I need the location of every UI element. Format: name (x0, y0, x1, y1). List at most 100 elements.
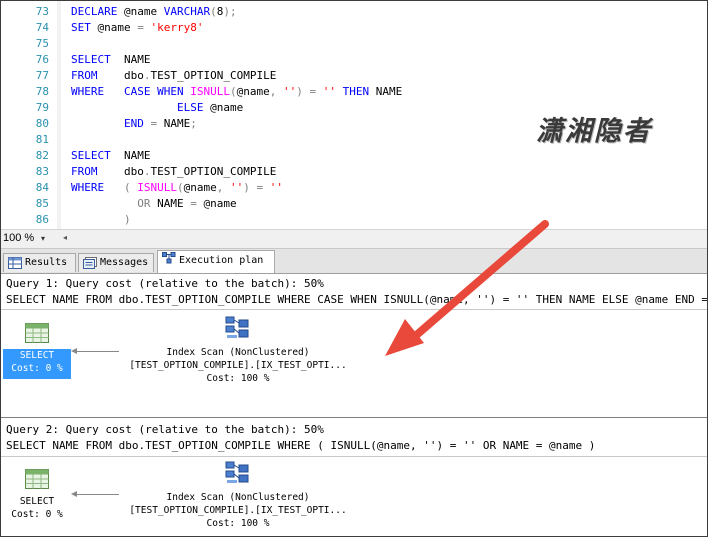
select-operator-2[interactable]: SELECT Cost: 0 % (3, 495, 71, 525)
index-scan-node-1[interactable]: Index Scan (NonClustered) [TEST_OPTION_C… (108, 346, 368, 385)
code-line[interactable]: ELSE @name (71, 100, 243, 116)
operator-object: [TEST_OPTION_COMPILE].[IX_TEST_OPTI... (129, 360, 347, 371)
code-token: = (137, 21, 151, 34)
code-line[interactable]: SET @name = 'kerry8' (71, 20, 203, 36)
code-token: @name (97, 21, 138, 34)
code-line[interactable]: END = NAME; (71, 116, 197, 132)
ssms-window: 73 74 75 76 77 78 79 80 81 82 83 84 85 86 DECLARE @na… (0, 0, 708, 537)
code-token: OR (137, 197, 158, 210)
query-2-header: Query 2: Query cost (relative to the bat… (1, 420, 707, 453)
code-token: ; (190, 117, 197, 130)
code-token: @name (183, 181, 217, 194)
line-number: 80 (35, 117, 49, 130)
code-token: FROM (71, 69, 124, 82)
code-token: , (269, 85, 283, 98)
tab-label: Execution plan (179, 255, 264, 266)
code-line[interactable]: WHERE CASE WHEN ISNULL(@name, '') = '' T… (71, 84, 402, 100)
chevron-down-icon[interactable]: ▾ (41, 234, 45, 243)
code-token: @name (123, 5, 164, 18)
index-scan-icon[interactable] (225, 316, 251, 340)
code-token: END (123, 117, 151, 130)
code-token: '' (229, 181, 244, 194)
query-1-sql: SELECT NAME FROM dbo.TEST_OPTION_COMPILE… (6, 293, 708, 306)
line-number: 79 (35, 101, 49, 114)
code-token: DECLARE (71, 5, 124, 18)
operator-label: SELECT (19, 496, 55, 507)
operator-label: Index Scan (NonClustered) (166, 492, 310, 503)
code-token: NAME (123, 53, 151, 66)
operator-cost: Cost: 0 % (11, 363, 63, 374)
editor-margin (57, 1, 61, 229)
code-token: '' (282, 85, 297, 98)
zoom-level[interactable]: 100 % (3, 232, 34, 244)
operator-cost: Cost: 100 % (206, 373, 270, 384)
code-token: = (150, 117, 164, 130)
line-number: 85 (35, 197, 49, 210)
scroll-left-icon[interactable]: ◂ (63, 233, 67, 242)
execution-plan-icon (162, 252, 176, 264)
code-token: WHERE (71, 181, 124, 194)
code-token: @name (210, 101, 244, 114)
results-tab-strip: Results Messages Execution plan (1, 249, 707, 274)
code-token: SELECT (71, 149, 124, 162)
operator-cost: Cost: 100 % (206, 518, 270, 529)
code-token: ) = (243, 181, 270, 194)
select-operator-icon[interactable] (25, 323, 49, 343)
code-line[interactable]: SELECT NAME (71, 52, 150, 68)
select-operator-1[interactable]: SELECT Cost: 0 % (3, 349, 71, 379)
code-token: ISNULL (190, 85, 230, 98)
code-token: TEST_OPTION_COMPILE (150, 165, 277, 178)
code-token: SELECT (71, 53, 124, 66)
execution-plan-pane[interactable]: Query 1: Query cost (relative to the bat… (1, 274, 707, 536)
line-number: 75 (35, 37, 49, 50)
code-line[interactable]: OR NAME = @name (71, 196, 236, 212)
code-token: ( (176, 181, 184, 194)
index-scan-node-2[interactable]: Index Scan (NonClustered) [TEST_OPTION_C… (108, 491, 368, 530)
code-token: ELSE (176, 101, 211, 114)
code-line[interactable]: DECLARE @name VARCHAR(8); (71, 4, 237, 20)
code-token: dbo (123, 165, 144, 178)
tab-messages[interactable]: Messages (78, 253, 154, 272)
line-number: 82 (35, 149, 49, 162)
line-number: 74 (35, 21, 49, 34)
operator-cost: Cost: 0 % (11, 509, 63, 520)
line-number: 81 (35, 133, 49, 146)
code-line[interactable]: SELECT NAME (71, 148, 150, 164)
results-grid-icon (8, 257, 22, 269)
code-token: ) (123, 213, 131, 226)
code-line[interactable]: ) (71, 212, 131, 228)
code-token: NAME (375, 85, 403, 98)
query-1-header: Query 1: Query cost (relative to the bat… (1, 274, 707, 307)
tab-label: Messages (100, 257, 149, 268)
index-scan-icon[interactable] (225, 461, 251, 485)
code-token: , (216, 181, 230, 194)
code-token: NAME (163, 117, 191, 130)
tab-label: Results (25, 257, 68, 268)
line-number: 84 (35, 181, 49, 194)
line-number: 78 (35, 85, 49, 98)
code-token: ); (223, 5, 237, 18)
code-line[interactable]: FROM dbo.TEST_OPTION_COMPILE (71, 164, 276, 180)
query-editor[interactable]: 73 74 75 76 77 78 79 80 81 82 83 84 85 86 DECLARE @na… (1, 1, 707, 229)
code-token: '' (269, 181, 283, 194)
code-token: NAME (123, 149, 151, 162)
divider (1, 309, 707, 310)
code-line[interactable]: FROM dbo.TEST_OPTION_COMPILE (71, 68, 276, 84)
line-number-gutter: 73 74 75 76 77 78 79 80 81 82 83 84 85 86 (1, 1, 63, 229)
code-line[interactable]: WHERE ( ISNULL(@name, '') = '' (71, 180, 283, 196)
select-operator-icon[interactable] (25, 469, 49, 489)
tab-results[interactable]: Results (3, 253, 76, 272)
line-number: 83 (35, 165, 49, 178)
code-token: ( (123, 181, 138, 194)
code-token: ISNULL (137, 181, 177, 194)
tab-execution-plan[interactable]: Execution plan (157, 250, 275, 273)
operator-label: SELECT (19, 350, 55, 361)
line-number: 76 (35, 53, 49, 66)
code-token: @name (236, 85, 270, 98)
query-2-cost: Query 2: Query cost (relative to the bat… (6, 423, 324, 436)
query-2-sql: SELECT NAME FROM dbo.TEST_OPTION_COMPILE… (6, 439, 596, 452)
